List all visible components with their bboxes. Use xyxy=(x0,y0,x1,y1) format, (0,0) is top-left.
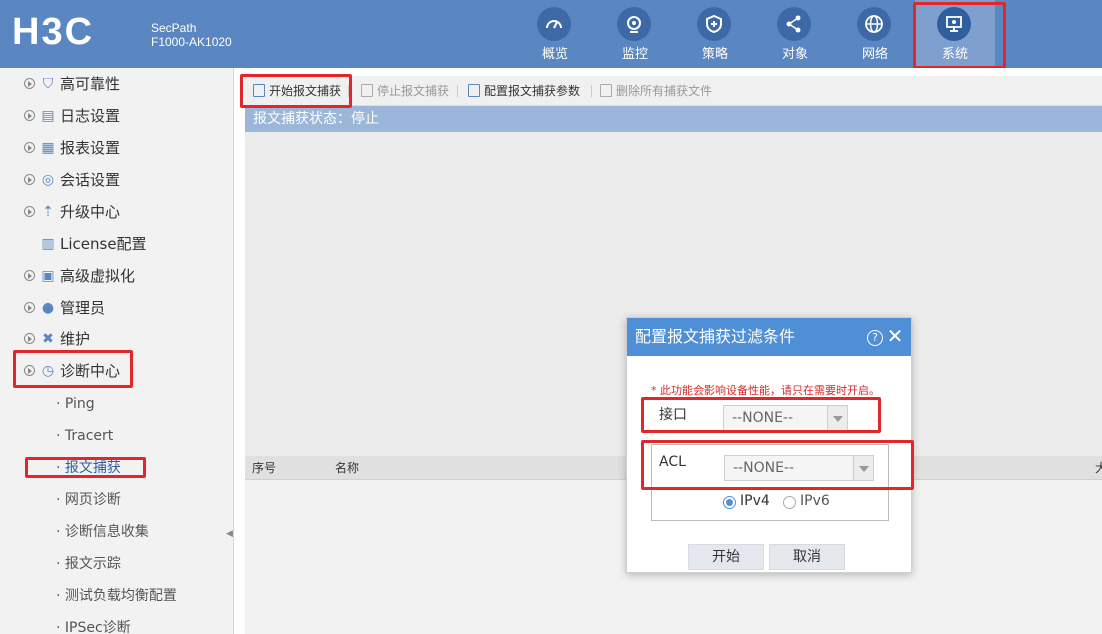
config-params-label: 配置报文捕获参数 xyxy=(484,84,581,98)
trash-icon xyxy=(600,84,612,97)
shield-plus-icon xyxy=(697,7,731,41)
ipv6-radio[interactable] xyxy=(783,496,796,509)
sidebar-item-label: 会话设置 xyxy=(60,171,121,189)
camera-icon xyxy=(617,7,651,41)
tools-icon: ✖ xyxy=(42,331,54,347)
expand-chevron-icon xyxy=(24,110,35,121)
ipv4-radio[interactable] xyxy=(723,496,736,509)
sidebar-item-high-availability[interactable]: ⛉ 高可靠性 xyxy=(0,69,234,99)
highlight-interface-row xyxy=(641,397,881,433)
toolbar-separator xyxy=(457,85,458,97)
nav-object-label: 对象 xyxy=(781,47,808,62)
ipv4-label: IPv4 xyxy=(740,493,770,509)
column-name[interactable]: 名称 xyxy=(335,456,359,480)
help-icon[interactable]: ? xyxy=(867,330,883,346)
close-icon[interactable]: ✕ xyxy=(886,324,904,348)
highlight-system-nav xyxy=(913,2,1006,69)
ipv6-label: IPv6 xyxy=(800,493,830,509)
sidebar-sub-label: · IPSec诊断 xyxy=(56,620,131,634)
product-model: SecPath F1000-AK1020 xyxy=(151,21,232,49)
sidebar-item-report-settings[interactable]: ▦ 报表设置 xyxy=(0,133,234,163)
sidebar-item-label: 升级中心 xyxy=(60,203,121,221)
highlight-packet-capture xyxy=(25,457,146,478)
start-button[interactable]: 开始 xyxy=(688,544,764,570)
upload-icon: ⇡ xyxy=(42,204,54,220)
sidebar-sub-label: · 报文示踪 xyxy=(56,556,121,572)
sidebar-sub-tracert[interactable]: · Tracert xyxy=(0,421,234,451)
stop-capture-label: 停止报文捕获 xyxy=(377,84,450,98)
product-line-1: SecPath xyxy=(151,21,197,35)
virtual-icon: ▣ xyxy=(41,268,55,284)
sidebar-item-upgrade-center[interactable]: ⇡ 升级中心 xyxy=(0,197,234,227)
highlight-start-capture xyxy=(240,74,352,108)
sidebar-item-session-settings[interactable]: ◎ 会话设置 xyxy=(0,165,234,195)
log-icon: ▤ xyxy=(41,108,55,124)
toolbar: 开始报文捕获 停止报文捕获 配置报文捕获参数 删除所有捕获文件 xyxy=(245,76,1102,106)
sidebar-item-label: 报表设置 xyxy=(60,139,121,157)
nav-policy[interactable]: 策略 xyxy=(675,0,755,68)
sidebar-sub-ipsec-diagnosis[interactable]: · IPSec诊断 xyxy=(0,613,234,634)
expand-chevron-icon xyxy=(24,270,35,281)
sidebar-sub-label: · 诊断信息收集 xyxy=(56,524,149,540)
sidebar-sub-label: · Tracert xyxy=(56,428,114,444)
sidebar-item-advanced-virtualization[interactable]: ▣ 高级虚拟化 xyxy=(0,261,234,291)
expand-chevron-icon xyxy=(24,333,35,344)
capture-status: 报文捕获状态：停止 xyxy=(245,106,1102,132)
expand-chevron-icon xyxy=(24,302,35,313)
delete-all-button[interactable]: 删除所有捕获文件 xyxy=(596,76,712,106)
sidebar-item-label: License配置 xyxy=(60,235,147,253)
performance-warning: * 此功能会影响设备性能，请只在需要时开启。 xyxy=(651,384,880,397)
column-size[interactable]: 大 xyxy=(1095,456,1102,480)
sidebar-sub-diagnostic-info[interactable]: · 诊断信息收集 xyxy=(0,517,234,547)
sidebar-sub-ping[interactable]: · Ping xyxy=(0,389,234,419)
sidebar-item-administrator[interactable]: ● 管理员 xyxy=(0,293,234,323)
sidebar-item-label: 高级虚拟化 xyxy=(60,267,136,285)
nav-network[interactable]: 网络 xyxy=(835,0,915,68)
highlight-acl-row xyxy=(641,440,914,490)
highlight-diagnostic-center xyxy=(13,350,133,388)
report-icon: ▦ xyxy=(41,140,55,156)
nav-overview-label: 概览 xyxy=(541,47,568,62)
nav-object[interactable]: 对象 xyxy=(755,0,835,68)
delete-all-label: 删除所有捕获文件 xyxy=(616,84,713,98)
share-icon xyxy=(777,7,811,41)
sidebar-sub-load-balance-test[interactable]: · 测试负载均衡配置 xyxy=(0,581,234,611)
nav-monitor[interactable]: 监控 xyxy=(595,0,675,68)
expand-chevron-icon xyxy=(24,78,35,89)
nav-overview[interactable]: 概览 xyxy=(515,0,595,68)
expand-chevron-icon xyxy=(24,174,35,185)
config-params-icon xyxy=(468,84,480,97)
sidebar-collapse-handle[interactable]: ◀ xyxy=(226,520,234,548)
product-line-2: F1000-AK1020 xyxy=(151,35,232,49)
expand-chevron-icon xyxy=(24,142,35,153)
users-icon: ● xyxy=(41,300,55,316)
stop-capture-icon xyxy=(361,84,373,97)
sidebar-sub-packet-trace[interactable]: · 报文示踪 xyxy=(0,549,234,579)
nav-network-label: 网络 xyxy=(861,47,888,62)
sidebar-item-label: 日志设置 xyxy=(60,107,121,125)
config-params-button[interactable]: 配置报文捕获参数 xyxy=(464,76,580,106)
sidebar-item-log-settings[interactable]: ▤ 日志设置 xyxy=(0,101,234,131)
sidebar-item-label: 高可靠性 xyxy=(60,75,121,93)
globe-icon xyxy=(857,7,891,41)
shield-icon: ⛉ xyxy=(42,76,54,92)
stop-capture-button[interactable]: 停止报文捕获 xyxy=(357,76,449,106)
expand-chevron-icon xyxy=(24,206,35,217)
sidebar-sub-label: · 测试负载均衡配置 xyxy=(56,588,177,604)
sidebar-sub-web-diagnosis[interactable]: · 网页诊断 xyxy=(0,485,234,515)
dashboard-icon xyxy=(537,7,571,41)
nav-policy-label: 策略 xyxy=(701,47,728,62)
nav-monitor-label: 监控 xyxy=(621,47,648,62)
toolbar-separator xyxy=(591,85,592,97)
sidebar-item-label: 管理员 xyxy=(60,299,106,317)
chat-icon: ◎ xyxy=(41,172,55,188)
h3c-logo: H3C xyxy=(12,11,95,53)
sidebar-sub-label: · Ping xyxy=(56,396,95,412)
sidebar-item-license[interactable]: ▥ License配置 xyxy=(0,229,234,259)
cancel-button[interactable]: 取消 xyxy=(769,544,845,570)
sidebar-sub-label: · 网页诊断 xyxy=(56,492,121,508)
column-index[interactable]: 序号 xyxy=(252,456,276,480)
license-icon: ▥ xyxy=(41,236,55,252)
